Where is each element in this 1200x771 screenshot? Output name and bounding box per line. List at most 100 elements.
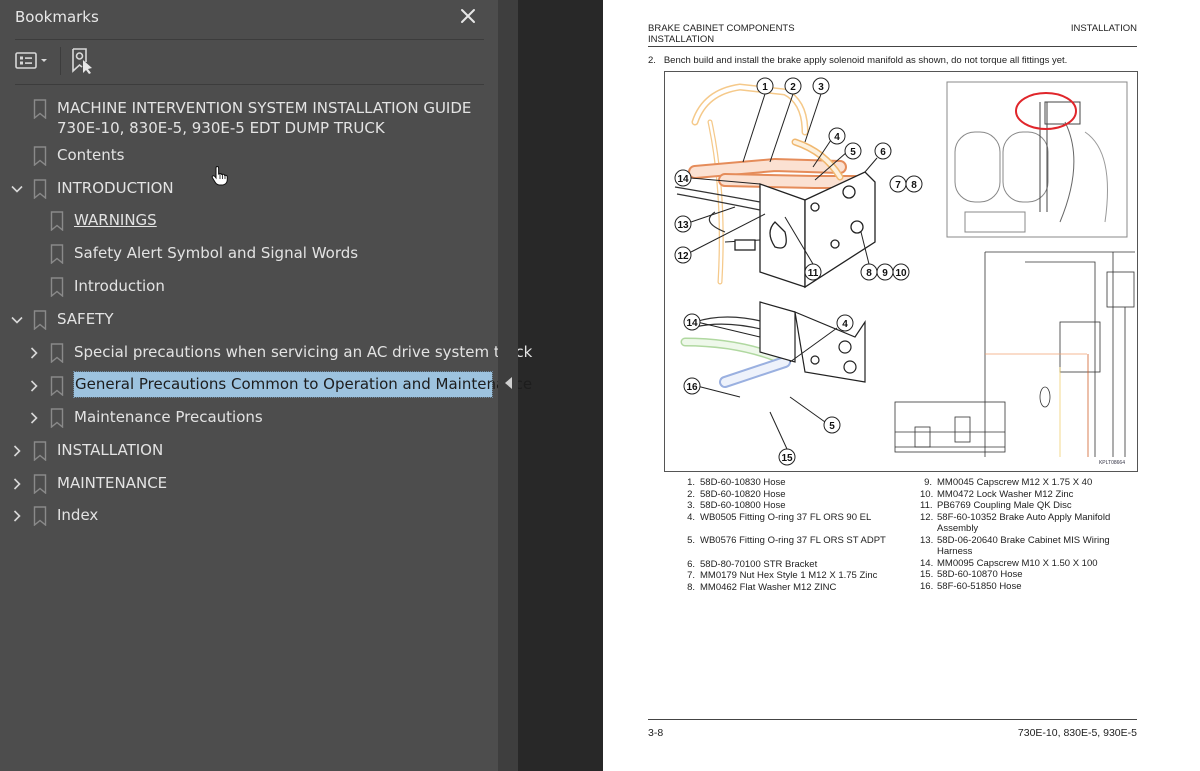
parts-list-item: 4. WB0505 Fitting O-ring 37 FL ORS 90 EL	[683, 512, 918, 524]
svg-text:5: 5	[829, 421, 835, 432]
bookmark-icon	[33, 179, 47, 199]
bookmark-label[interactable]: MACHINE INTERVENTION SYSTEM INSTALLATION…	[57, 98, 471, 138]
parts-list-item: 11. PB6769 Coupling Male QK Disc	[920, 500, 1145, 512]
chevron-down-icon[interactable]	[10, 182, 24, 196]
item-description: WB0576 Fitting O-ring 37 FL ORS ST ADPT	[700, 535, 886, 546]
bookmark-item[interactable]: WARNINGS	[0, 208, 490, 236]
hydraulic-schematic	[894, 251, 1135, 457]
callout-8a: 8	[905, 175, 923, 193]
page-header-left: BRAKE CABINET COMPONENTS INSTALLATION	[648, 23, 795, 45]
bookmark-item[interactable]: Contents	[0, 143, 490, 171]
bookmark-label[interactable]: MAINTENANCE	[57, 473, 167, 493]
item-description: 58D-60-10830 Hose	[700, 477, 786, 488]
item-description: PB6769 Coupling Male QK Disc	[937, 500, 1072, 511]
chevron-right-icon[interactable]	[10, 444, 24, 458]
item-number: 4.	[687, 511, 695, 523]
bookmark-icon	[50, 343, 64, 363]
chevron-down-icon	[41, 59, 47, 62]
chevron-right-icon[interactable]	[27, 411, 41, 425]
item-number: 13.	[920, 534, 934, 546]
bookmark-label[interactable]: General Precautions Common to Operation …	[73, 371, 532, 398]
item-description: 58F-60-51850 Hose	[937, 580, 1022, 592]
item-number: 9.	[924, 477, 932, 488]
figure-code: KPLT08664	[1099, 460, 1125, 466]
bookmark-item[interactable]: INSTALLATION	[0, 438, 490, 466]
footer-models: 730E-10, 830E-5, 930E-5	[1017, 727, 1137, 739]
parts-list-item: 12. 58F-60-10352 Brake Auto Apply Manifol…	[920, 512, 1145, 535]
callout-9: 9	[876, 263, 894, 281]
item-number: 16.	[920, 580, 934, 592]
bookmark-label[interactable]: Maintenance Precautions	[74, 407, 263, 427]
hand-cursor-icon	[211, 166, 228, 186]
bookmark-item[interactable]: MAINTENANCE	[0, 471, 490, 499]
bookmark-options-button[interactable]	[15, 50, 51, 72]
bracket-drawing-top	[724, 171, 876, 289]
chevron-right-icon[interactable]	[27, 346, 41, 360]
bookmark-label[interactable]: SAFETY	[57, 309, 114, 329]
callout-10: 10	[892, 263, 910, 281]
item-number: 8.	[687, 581, 695, 593]
item-number: 10.	[920, 488, 934, 500]
svg-text:16: 16	[686, 382, 698, 393]
item-description: WB0505 Fitting O-ring 37 FL ORS 90 EL	[700, 511, 872, 523]
bookmark-item[interactable]: MACHINE INTERVENTION SYSTEM INSTALLATION…	[0, 96, 490, 137]
bookmark-label[interactable]: Contents	[57, 145, 124, 165]
bookmark-item[interactable]: Introduction	[0, 274, 490, 302]
item-description: 58D-60-10870 Hose	[937, 569, 1023, 580]
close-icon	[461, 9, 475, 23]
svg-text:4: 4	[842, 319, 848, 330]
item-description: MM0179 Nut Hex Style 1 M12 X 1.75 Zinc	[700, 570, 878, 581]
svg-text:12: 12	[677, 251, 689, 262]
svg-text:3: 3	[818, 82, 824, 93]
item-number: 12.	[920, 511, 934, 523]
find-current-bookmark-icon	[72, 48, 92, 74]
page-number: 3-8	[648, 727, 664, 739]
chevron-right-icon[interactable]	[10, 509, 24, 523]
section-title: BRAKE CABINET COMPONENTS	[648, 23, 795, 34]
parts-list-item: 1. 58D-60-10830 Hose	[683, 477, 918, 489]
svg-text:1: 1	[762, 82, 768, 93]
item-number: 11.	[920, 500, 933, 511]
bookmark-icon	[50, 408, 64, 428]
parts-list-item: 14. MM0095 Capscrew M10 X 1.50 X 100	[920, 558, 1145, 570]
bookmark-item[interactable]: Special precautions when servicing an AC…	[0, 340, 532, 368]
svg-text:14: 14	[677, 174, 689, 185]
bookmark-label[interactable]: Safety Alert Symbol and Signal Words	[74, 243, 358, 263]
close-panel-button[interactable]	[457, 5, 479, 27]
collapse-panel-arrow-icon[interactable]	[505, 377, 513, 389]
bookmark-icon	[50, 244, 64, 264]
callout-6: 6	[864, 142, 892, 173]
svg-text:8: 8	[911, 180, 917, 191]
bookmark-item[interactable]: Maintenance Precautions	[0, 405, 490, 433]
item-description: 58D-60-10800 Hose	[700, 500, 786, 511]
svg-text:5: 5	[850, 147, 856, 158]
bookmark-item[interactable]: General Precautions Common to Operation …	[0, 371, 532, 401]
document-page: BRAKE CABINET COMPONENTS INSTALLATION IN…	[603, 0, 1200, 771]
bookmark-icon	[33, 99, 47, 119]
bookmark-label[interactable]: Introduction	[74, 276, 165, 296]
find-current-bookmark-button[interactable]	[70, 47, 96, 75]
svg-text:11: 11	[808, 268, 819, 279]
bookmark-icon	[33, 506, 47, 526]
divider	[15, 39, 484, 40]
bookmark-label[interactable]: INTRODUCTION	[57, 178, 174, 198]
svg-text:7: 7	[895, 180, 901, 191]
bookmark-item[interactable]: INTRODUCTION	[0, 176, 490, 204]
bookmark-item[interactable]: Safety Alert Symbol and Signal Words	[0, 241, 490, 269]
subsection-title: INSTALLATION	[648, 34, 715, 45]
bookmark-label[interactable]: INSTALLATION	[57, 440, 163, 460]
callout-5b: 5	[789, 396, 841, 434]
item-description: 58F-60-10352 Brake Auto Apply Manifold A…	[937, 511, 1111, 535]
chevron-down-icon[interactable]	[10, 313, 24, 327]
bookmark-item[interactable]: Index	[0, 503, 490, 531]
chevron-right-icon[interactable]	[10, 477, 24, 491]
bookmark-label-line2: 730E-10, 830E-5, 930E-5 EDT DUMP TRUCK	[57, 119, 385, 137]
bookmark-label[interactable]: WARNINGS	[74, 210, 157, 230]
item-number: 15.	[920, 569, 934, 580]
bookmark-label[interactable]: Special precautions when servicing an AC…	[74, 342, 532, 362]
bookmark-label[interactable]: Index	[57, 505, 98, 525]
bookmark-item[interactable]: SAFETY	[0, 307, 490, 335]
chevron-right-icon[interactable]	[27, 379, 41, 393]
parts-list-item: 6. 58D-80-70100 STR Bracket	[683, 559, 918, 571]
footer-rule	[648, 719, 1137, 720]
